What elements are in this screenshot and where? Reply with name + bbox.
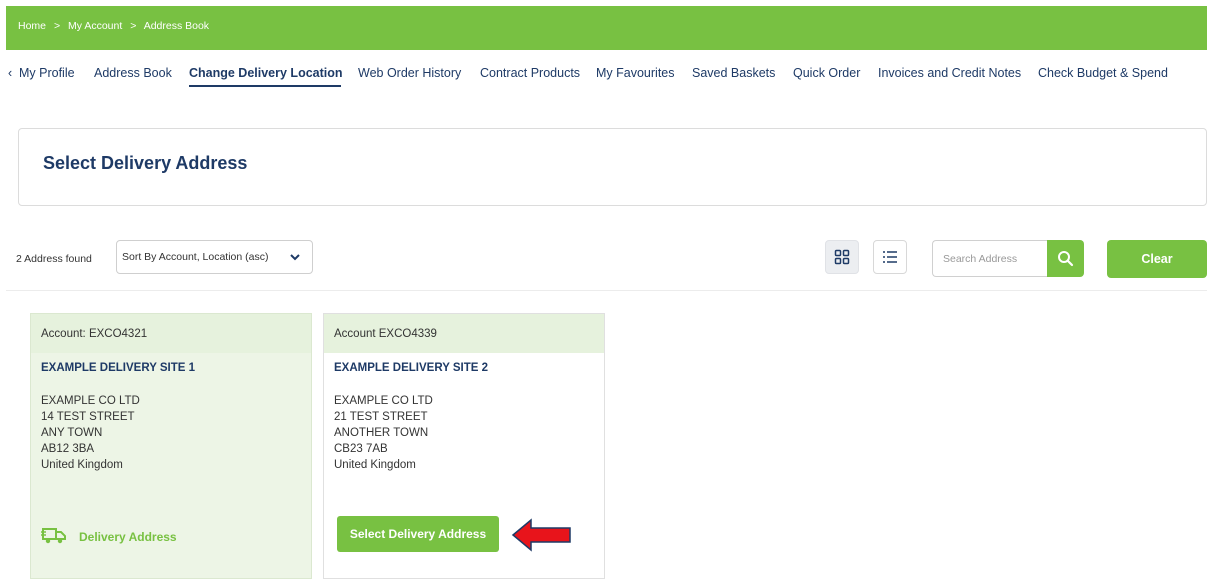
divider <box>6 290 1207 291</box>
address-line: ANY TOWN <box>41 427 103 439</box>
breadcrumb: Home > My Account > Address Book <box>18 20 209 32</box>
delivery-truck-icon <box>41 528 66 544</box>
list-icon <box>883 251 897 263</box>
address-line: 21 TEST STREET <box>334 411 428 423</box>
grid-icon <box>834 249 850 265</box>
address-line: United Kingdom <box>41 459 123 471</box>
address-line: CB23 7AB <box>334 443 388 455</box>
nav-change-delivery-location[interactable]: Change Delivery Location <box>189 66 343 80</box>
card-site-name: EXAMPLE DELIVERY SITE 2 <box>334 362 489 374</box>
title-panel: Select Delivery Address <box>18 128 1207 206</box>
nav-quick-order[interactable]: Quick Order <box>793 66 860 80</box>
account-nav: ‹ My Profile Address Book Change Deliver… <box>0 66 1207 87</box>
nav-invoices-credit-notes[interactable]: Invoices and Credit Notes <box>878 66 1021 80</box>
card-address: EXAMPLE CO LTD 14 TEST STREET ANY TOWN A… <box>41 393 140 473</box>
breadcrumb-address-book[interactable]: Address Book <box>144 20 209 32</box>
clear-button[interactable]: Clear <box>1107 240 1207 278</box>
list-view-button[interactable] <box>873 240 907 274</box>
address-line: EXAMPLE CO LTD <box>334 395 433 407</box>
search-input[interactable] <box>932 240 1048 277</box>
search-icon <box>1058 251 1074 267</box>
grid-view-button[interactable] <box>825 240 859 274</box>
address-line: EXAMPLE CO LTD <box>41 395 140 407</box>
breadcrumb-separator: > <box>53 20 61 32</box>
address-line: 14 TEST STREET <box>41 411 135 423</box>
nav-my-favourites[interactable]: My Favourites <box>596 66 675 80</box>
card-address: EXAMPLE CO LTD 21 TEST STREET ANOTHER TO… <box>334 393 433 473</box>
breadcrumb-my-account[interactable]: My Account <box>68 20 122 32</box>
page-title: Select Delivery Address <box>43 153 248 173</box>
delivery-address-label: Delivery Address <box>79 530 177 544</box>
select-delivery-address-button[interactable]: Select Delivery Address <box>337 516 499 552</box>
chevron-down-icon <box>290 254 300 261</box>
card-header: Account: EXCO4321 <box>31 314 311 353</box>
address-line: United Kingdom <box>334 459 416 471</box>
active-tab-underline <box>189 85 341 87</box>
search-button[interactable] <box>1047 240 1084 277</box>
nav-address-book[interactable]: Address Book <box>94 66 172 80</box>
nav-check-budget-spend[interactable]: Check Budget & Spend <box>1038 66 1168 80</box>
nav-saved-baskets[interactable]: Saved Baskets <box>692 66 775 80</box>
red-arrow-icon <box>511 518 571 552</box>
sort-select-value: Sort By Account, Location (asc) <box>122 251 269 263</box>
nav-prev-icon[interactable]: ‹ <box>8 66 12 80</box>
sort-select[interactable]: Sort By Account, Location (asc) <box>116 240 313 274</box>
address-card-1: Account: EXCO4321 EXAMPLE DELIVERY SITE … <box>30 313 312 579</box>
top-bar: Home > My Account > Address Book <box>6 6 1207 50</box>
card-account: Account: EXCO4321 <box>41 328 148 340</box>
card-account: Account EXCO4339 <box>334 328 437 340</box>
nav-my-profile[interactable]: My Profile <box>19 66 75 80</box>
results-count: 2 Address found <box>16 253 92 265</box>
card-site-name: EXAMPLE DELIVERY SITE 1 <box>41 362 196 374</box>
address-line: ANOTHER TOWN <box>334 427 429 439</box>
breadcrumb-home[interactable]: Home <box>18 20 46 32</box>
nav-contract-products[interactable]: Contract Products <box>480 66 580 80</box>
nav-web-order-history[interactable]: Web Order History <box>358 66 461 80</box>
breadcrumb-separator: > <box>130 20 137 32</box>
card-header: Account EXCO4339 <box>324 314 604 353</box>
address-line: AB12 3BA <box>41 443 95 455</box>
